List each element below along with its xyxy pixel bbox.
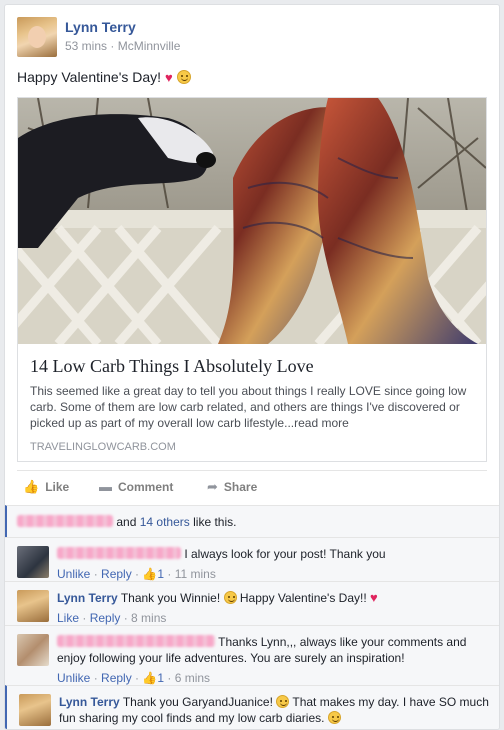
comment-actions: Unlike · Reply · 👍1 · 6 mins <box>57 671 211 685</box>
comment-item: Lynn Terry Thank you GaryandJuanice! Tha… <box>5 685 499 729</box>
link-preview-image[interactable] <box>18 98 486 344</box>
smile-emoji-icon <box>176 70 191 84</box>
comment-time[interactable]: 11 mins <box>175 567 216 581</box>
meta-separator: · <box>110 39 115 53</box>
redacted-name <box>17 515 113 527</box>
share-label: Share <box>223 480 258 494</box>
comment-item: Lynn Terry Thank you Winnie! Happy Valen… <box>5 581 499 626</box>
unlike-link[interactable]: Unlike <box>57 567 90 581</box>
comment-text-continued: Happy Valentine's Day!! <box>239 591 367 605</box>
like-button[interactable]: 👍 Like <box>23 479 69 495</box>
smile-emoji-icon <box>223 591 237 604</box>
reply-link[interactable]: Reply <box>101 671 132 685</box>
comment-icon: ▬ <box>99 479 112 494</box>
comment-actions: Unlike · Reply · 👍1 · 11 mins <box>57 567 216 581</box>
post-header: Lynn Terry 53 mins · McMinnville <box>17 17 477 57</box>
comment-label: Comment <box>118 480 174 494</box>
likes-summary: and 14 others like this. <box>5 505 499 537</box>
smile-emoji-icon <box>276 695 290 708</box>
comment-item: I always look for your post! Thank you U… <box>5 537 499 582</box>
thumbs-up-icon: 👍 <box>23 479 40 494</box>
smile-emoji-icon <box>327 711 341 724</box>
author-name[interactable]: Lynn Terry <box>65 19 136 35</box>
post-meta: 53 mins · McMinnville <box>65 39 180 53</box>
post-time[interactable]: 53 mins <box>65 39 107 53</box>
comment-body: Thanks Lynn,,, always like your comments… <box>57 634 487 686</box>
share-button[interactable]: ➦ Share <box>207 479 257 495</box>
comment-time[interactable]: 8 mins <box>131 611 166 625</box>
heart-emoji-icon: ♥ <box>164 70 173 85</box>
comments-list: I always look for your post! Thank you U… <box>5 537 499 729</box>
comment-text: I always look for your post! Thank you <box>184 547 386 561</box>
thumbs-up-icon: 👍 <box>142 671 158 685</box>
comment-like-count[interactable]: 1 <box>157 567 164 581</box>
redacted-name <box>57 547 181 559</box>
likes-text: and 14 others like this. <box>17 515 236 529</box>
like-link[interactable]: Like <box>57 611 79 625</box>
comment-body: I always look for your post! Thank you U… <box>57 546 487 582</box>
likes-suffix: like this. <box>193 515 237 529</box>
post-location[interactable]: McMinnville <box>118 39 181 53</box>
commenter-avatar[interactable] <box>17 590 49 622</box>
redacted-name <box>57 635 215 647</box>
heart-emoji-icon: ♥ <box>370 590 378 605</box>
commenter-name[interactable]: Lynn Terry <box>57 591 118 605</box>
comment-like-count[interactable]: 1 <box>157 671 164 685</box>
unlike-link[interactable]: Unlike <box>57 671 90 685</box>
link-preview[interactable]: 14 Low Carb Things I Absolutely Love Thi… <box>17 97 487 462</box>
link-title[interactable]: 14 Low Carb Things I Absolutely Love <box>30 356 474 377</box>
likes-others-link[interactable]: 14 others <box>140 515 190 529</box>
post-message: Happy Valentine's Day! <box>17 69 162 85</box>
comment-text: Thank you GaryandJuanice! <box>122 695 273 709</box>
commenter-avatar[interactable] <box>19 694 51 726</box>
likes-and: and <box>116 515 137 529</box>
commenter-avatar[interactable] <box>17 546 49 578</box>
boots-photo <box>18 98 486 344</box>
share-icon: ➦ <box>207 479 218 494</box>
post-text: Happy Valentine's Day! ♥ <box>17 69 191 85</box>
link-preview-body: 14 Low Carb Things I Absolutely Love Thi… <box>18 344 486 463</box>
post-actions: 👍 Like ▬ Comment ➦ Share <box>17 470 487 502</box>
post-card: Lynn Terry 53 mins · McMinnville Happy V… <box>4 4 500 730</box>
comment-text: Thank you Winnie! <box>120 591 221 605</box>
reply-link[interactable]: Reply <box>101 567 132 581</box>
comment-body: Lynn Terry Thank you GaryandJuanice! Tha… <box>59 694 489 726</box>
comment-body: Lynn Terry Thank you Winnie! Happy Valen… <box>57 590 487 626</box>
comment-item: Thanks Lynn,,, always like your comments… <box>5 625 499 686</box>
link-domain: TRAVELINGLOWCARB.COM <box>30 441 176 453</box>
comment-actions: Like · Reply · 8 mins <box>57 611 167 625</box>
reply-link[interactable]: Reply <box>90 611 121 625</box>
like-label: Like <box>45 480 70 494</box>
commenter-avatar[interactable] <box>17 634 49 666</box>
link-description: This seemed like a great day to tell you… <box>30 384 467 430</box>
comment-time[interactable]: 6 mins <box>175 671 210 685</box>
comment-button[interactable]: ▬ Comment <box>99 479 173 494</box>
author-avatar[interactable] <box>17 17 57 57</box>
commenter-name[interactable]: Lynn Terry <box>59 695 120 709</box>
thumbs-up-icon: 👍 <box>142 567 158 581</box>
